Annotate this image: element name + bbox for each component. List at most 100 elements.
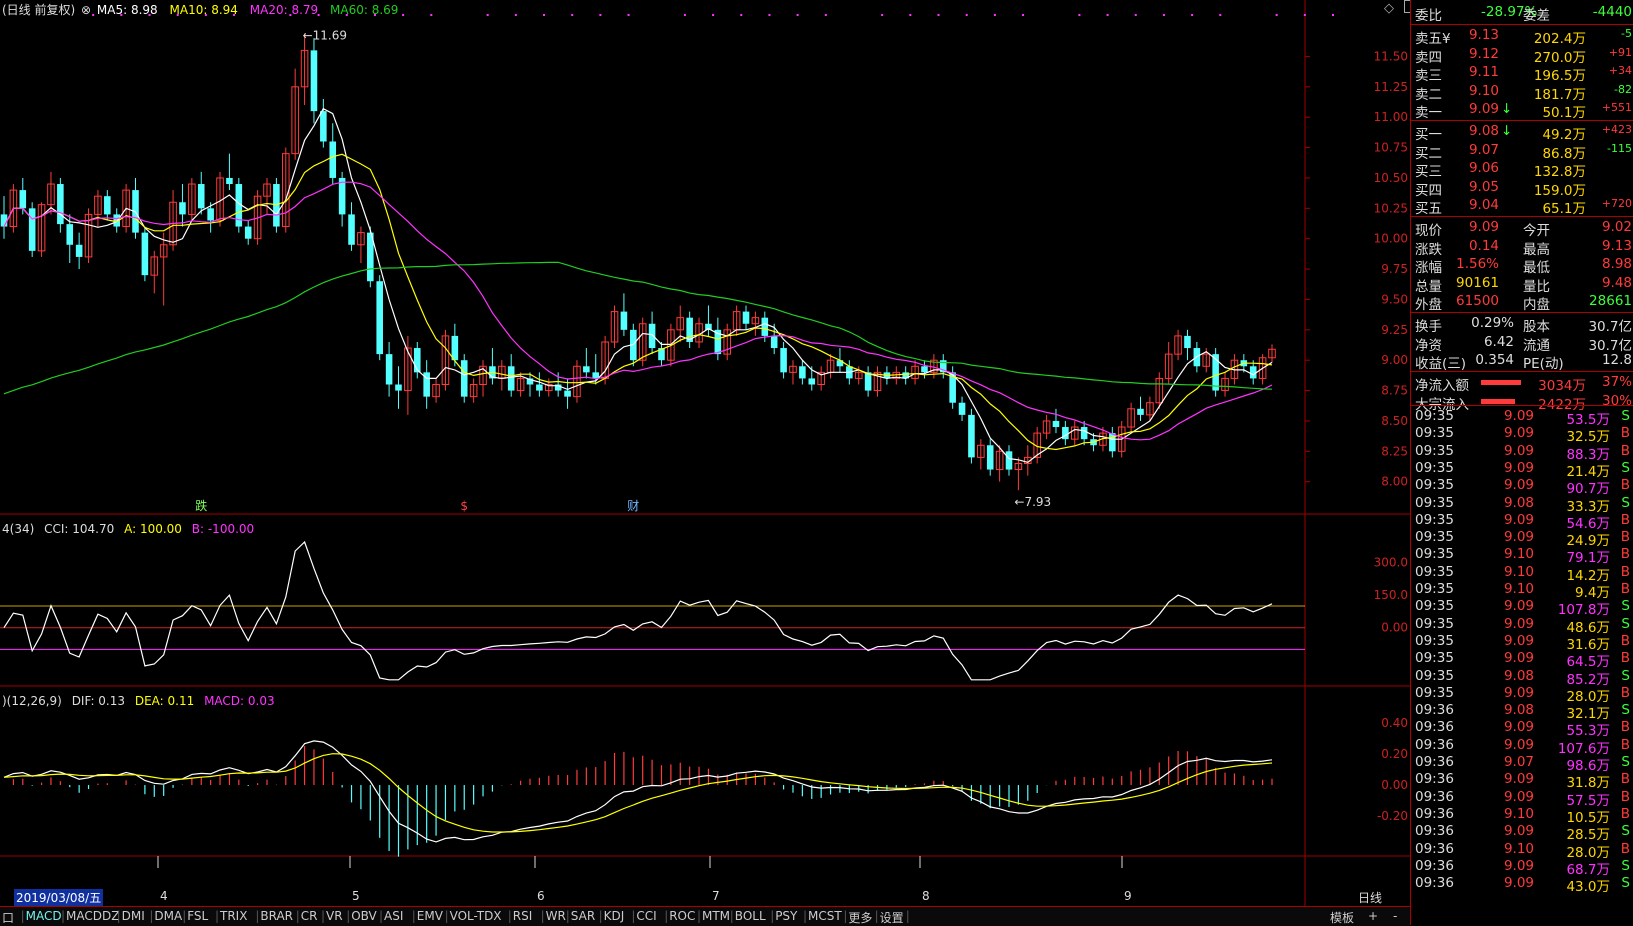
tab-asi[interactable]: ASI <box>384 909 403 923</box>
bid-volume: 49.2万 <box>1542 127 1586 143</box>
panel-separator <box>1411 120 1633 121</box>
tick-price: 9.09 <box>1503 459 1534 476</box>
tab-brar[interactable]: BRAR <box>260 909 293 923</box>
bid-label: 买三 <box>1415 164 1442 180</box>
event-dot <box>1332 14 1334 16</box>
candle-down <box>320 111 327 142</box>
remove-button[interactable]: - <box>1393 909 1397 923</box>
tab-mtm[interactable]: MTM <box>702 909 730 923</box>
tick-time: 09:36 <box>1415 823 1454 840</box>
tab-macddz[interactable]: MACDDZ <box>66 909 119 923</box>
candle-down <box>986 445 994 470</box>
tab-vol-tdx[interactable]: VOL-TDX <box>450 909 502 923</box>
ask-volume: 181.7万 <box>1533 86 1586 103</box>
tab-cr[interactable]: CR <box>301 909 318 923</box>
dea-line <box>3 753 1273 833</box>
tab-trix[interactable]: TRIX <box>220 909 247 923</box>
tick-time: 09:35 <box>1415 615 1454 632</box>
high-annotation: ←11.69 <box>303 28 347 42</box>
tick-row: 09:35 9.09 32.5万 B <box>1411 425 1633 445</box>
macd-dea: DEA: 0.11 <box>134 694 195 708</box>
event-dot <box>402 14 405 16</box>
tab-cci[interactable]: CCI <box>636 909 656 923</box>
tab-mcst[interactable]: MCST <box>808 909 842 923</box>
stat-label: 净资 <box>1415 337 1442 354</box>
ask-change: +91 <box>1608 45 1632 59</box>
cci-value: CCI: 104.70 <box>44 522 115 536</box>
cursor-date-label: 2019/03/08/五 <box>14 889 104 906</box>
tab-wr[interactable]: WR <box>546 909 566 923</box>
kline-chart[interactable]: 11.50 11.25 11.00 10.75 10.50 10.25 10.00 9.75 9… <box>0 0 1410 906</box>
tab-dma[interactable]: DMA <box>154 909 182 923</box>
ask-row: 卖五¥ 9.13 202.4万 -5 <box>1411 27 1633 47</box>
add-button[interactable]: + <box>1368 909 1378 923</box>
tab-obv[interactable]: OBV <box>351 909 377 923</box>
tab-separator: | <box>598 909 603 923</box>
stat-value: 28661 <box>1589 293 1632 309</box>
tab-rsi[interactable]: RSI <box>513 909 533 923</box>
flow-row: 净流入额 3034万 37% <box>1411 374 1633 394</box>
cci-tick-label: 150.0 <box>1374 588 1408 602</box>
tick-row: 09:35 9.09 54.6万 B <box>1411 511 1633 532</box>
flow-pct: 37% <box>1601 374 1632 390</box>
tick-side: B <box>1620 632 1630 649</box>
candle-down <box>921 366 928 373</box>
tab-fsl[interactable]: FSL <box>187 909 208 923</box>
tab-kdj[interactable]: KDJ <box>604 909 625 923</box>
template-button[interactable]: 模板 <box>1330 909 1354 926</box>
tab-更多[interactable]: 更多 <box>848 909 872 926</box>
event-dot <box>1303 14 1306 16</box>
tab-设置[interactable]: 设置 <box>880 909 904 926</box>
tick-side: B <box>1620 529 1630 546</box>
candle-down <box>338 177 346 215</box>
tab-separator: | <box>540 909 545 923</box>
event-dot <box>1191 14 1194 16</box>
tab-vr[interactable]: VR <box>326 909 343 923</box>
panel-separator <box>1411 216 1633 217</box>
candle-down <box>310 50 318 112</box>
tab-separator: | <box>149 909 154 923</box>
tick-time: 09:36 <box>1415 788 1454 805</box>
stat-row: 换手 0.29% 股本 30.7亿 <box>1411 315 1633 335</box>
tab-macd[interactable]: MACD <box>26 909 62 923</box>
candle-down <box>592 372 600 379</box>
tab-boll[interactable]: BOLL <box>735 909 766 923</box>
tick-time: 09:35 <box>1415 581 1454 597</box>
event-dot <box>965 14 968 16</box>
panel-separator <box>1411 405 1633 406</box>
ma5-line <box>3 107 1273 463</box>
tab-口[interactable]: 口 <box>2 909 14 926</box>
stat-label: 总量 <box>1415 278 1442 295</box>
tab-emv[interactable]: EMV <box>417 909 443 923</box>
macd-tick-label: 0.20 <box>1381 747 1408 761</box>
tick-row: 09:36 9.10 10.5万 B <box>1411 806 1633 826</box>
cci-header: 4(34) CCI: 104.70 A: 100.00 B: -100.00 <box>2 522 254 536</box>
stat-label: 换手 <box>1415 319 1442 335</box>
tick-price: 9.09 <box>1503 425 1534 442</box>
cci-title: 4(34) <box>2 522 35 536</box>
ask-change: -5 <box>1621 27 1632 40</box>
ask-label: 卖三 <box>1415 68 1442 84</box>
tab-sar[interactable]: SAR <box>571 909 595 923</box>
tab-separator: | <box>321 909 326 923</box>
stat-label: 现价 <box>1415 223 1442 239</box>
candle-down <box>1052 420 1060 428</box>
tick-side: S <box>1621 598 1630 615</box>
tick-price: 9.07 <box>1503 754 1534 770</box>
tab-psy[interactable]: PSY <box>775 909 797 923</box>
tab-separator: | <box>664 909 669 923</box>
tab-dmi[interactable]: DMI <box>122 909 145 923</box>
tick-time: 09:36 <box>1415 875 1454 892</box>
tick-side: B <box>1620 511 1630 528</box>
tick-side: B <box>1620 477 1630 494</box>
tick-side: S <box>1621 615 1630 632</box>
period-switch[interactable]: 日线 <box>1358 889 1382 906</box>
event-dot <box>543 14 546 16</box>
ask-row: 卖四 9.12 270.0万 +91 <box>1411 45 1633 66</box>
diamond-icon[interactable]: ◇ <box>1384 1 1394 16</box>
bid-label: 买四 <box>1415 182 1442 199</box>
candle-down <box>620 311 628 330</box>
tab-roc[interactable]: ROC <box>669 909 695 923</box>
settings-icon[interactable]: ⊗ <box>81 3 91 17</box>
tick-time: 09:36 <box>1415 840 1454 857</box>
